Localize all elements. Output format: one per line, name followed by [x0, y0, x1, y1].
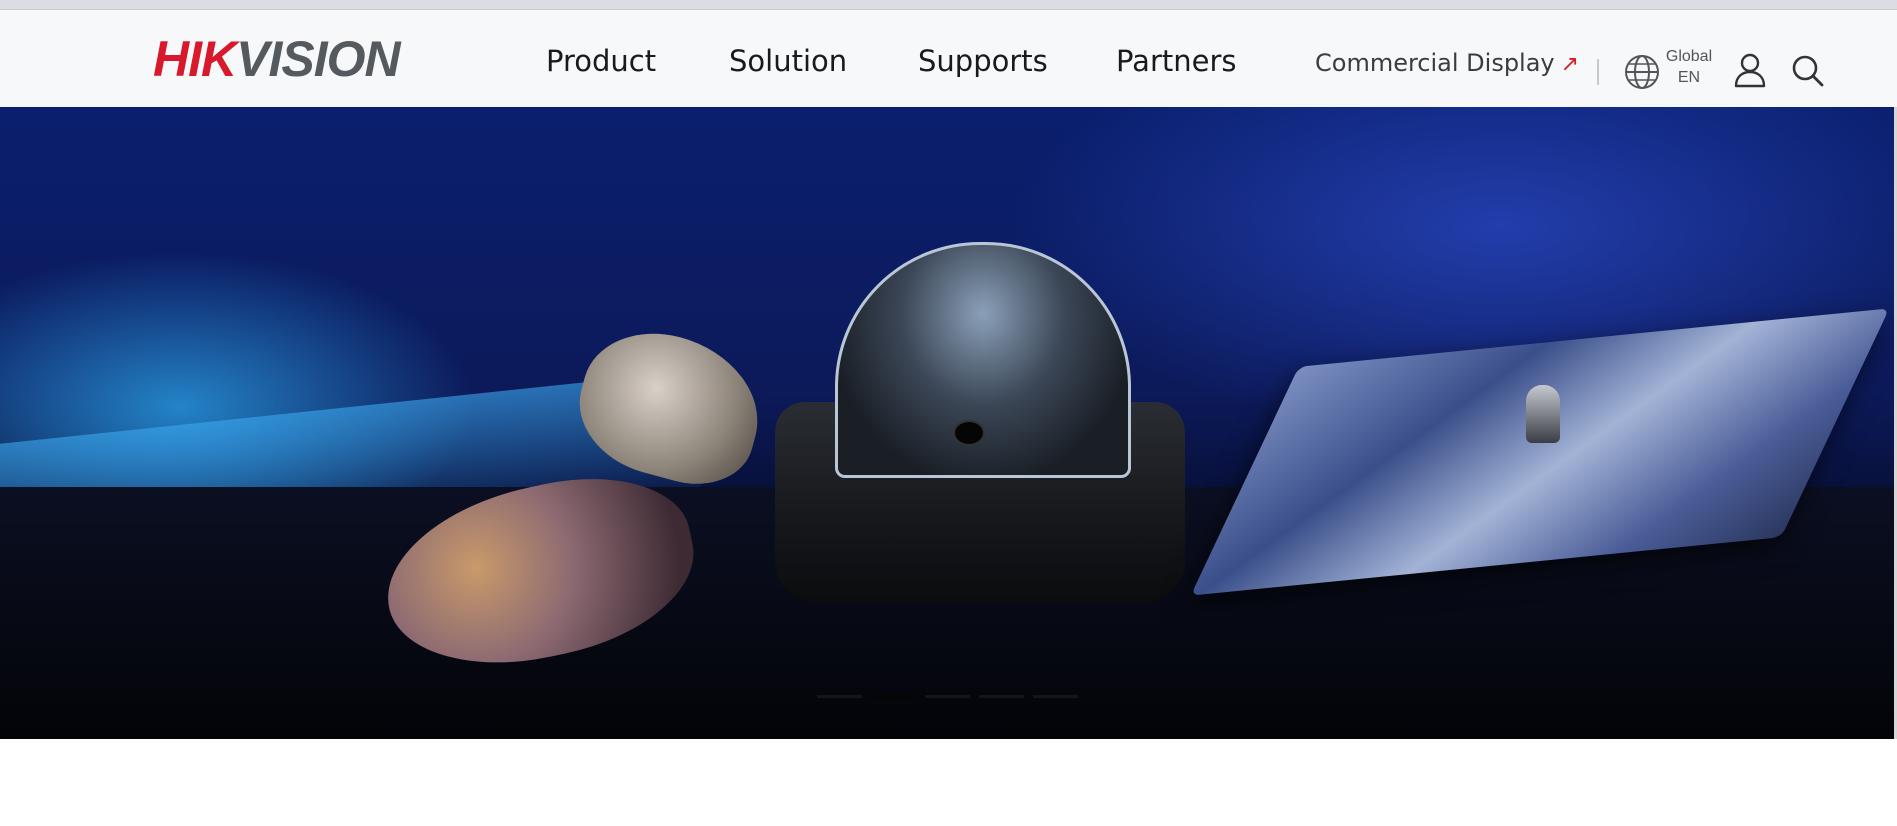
language-region: Global: [1665, 48, 1713, 65]
search-icon[interactable]: [1791, 54, 1825, 88]
carousel-dot-1[interactable]: [817, 695, 862, 698]
commercial-display-label: Commercial Display: [1315, 49, 1555, 77]
browser-top-strip: [0, 0, 1897, 10]
language-selector[interactable]: Global EN: [1664, 47, 1714, 89]
logo-part-hik: HIK: [153, 31, 237, 87]
user-icon[interactable]: [1733, 52, 1767, 88]
commercial-display-link[interactable]: Commercial Display ↗: [1315, 49, 1579, 77]
header-divider: [1597, 59, 1599, 85]
language-code: EN: [1677, 69, 1701, 86]
hikvision-logo[interactable]: HIKVISION: [153, 31, 401, 87]
external-arrow-icon: ↗: [1560, 52, 1580, 77]
nav-item-supports[interactable]: Supports: [918, 44, 1048, 78]
logo-part-vision: VISION: [236, 31, 400, 87]
carousel-dot-5[interactable]: [1033, 695, 1078, 698]
nav-item-solution[interactable]: Solution: [729, 44, 847, 78]
dome-camera-dome: [835, 242, 1131, 478]
globe-icon[interactable]: [1624, 54, 1660, 90]
nav-item-partners[interactable]: Partners: [1116, 44, 1237, 78]
carousel-dot-4[interactable]: [979, 695, 1024, 698]
carousel-dot-2[interactable]: [871, 695, 916, 699]
hero-box-knob: [1526, 385, 1560, 443]
site-header: HIKVISION Product Solution Supports Part…: [0, 10, 1897, 107]
hero-banner[interactable]: [0, 107, 1897, 739]
nav-item-product[interactable]: Product: [546, 44, 656, 78]
dome-camera-hole: [953, 420, 985, 446]
carousel-dot-3[interactable]: [925, 695, 970, 698]
